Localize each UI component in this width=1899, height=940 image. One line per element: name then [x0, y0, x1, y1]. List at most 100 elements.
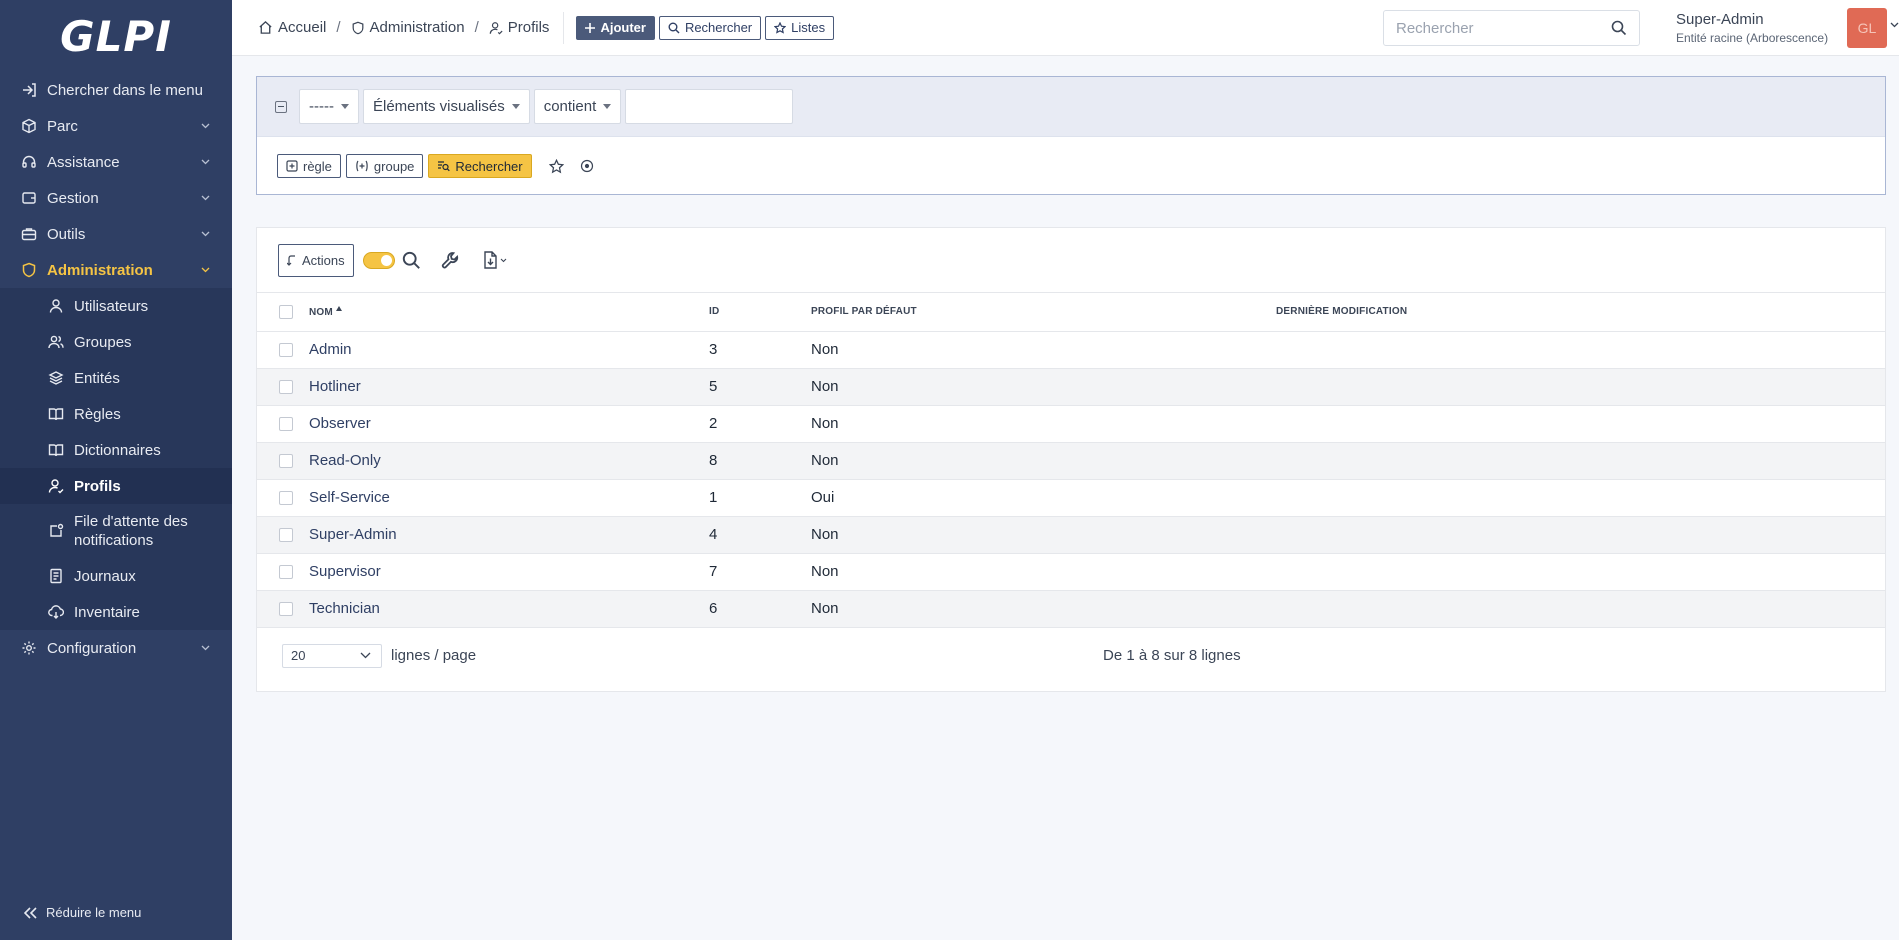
column-header-name[interactable]: Nom	[309, 293, 709, 332]
chevron-down-icon	[200, 193, 210, 203]
avatar[interactable]: GL	[1847, 8, 1887, 48]
sidebar-item-label: Chercher dans le menu	[47, 81, 203, 99]
criteria-value-input[interactable]	[625, 89, 794, 124]
criteria-operator-select[interactable]: contient	[533, 89, 622, 124]
breadcrumb-home[interactable]: Accueil	[258, 19, 326, 36]
breadcrumb-label: Profils	[507, 19, 550, 36]
profile-default: Non	[811, 368, 1276, 406]
reset-search-icon[interactable]	[577, 156, 597, 176]
rows-per-page-select[interactable]: 20	[282, 643, 382, 668]
sidebar-item-outils[interactable]: Outils	[0, 216, 232, 252]
row-checkbox[interactable]	[279, 601, 293, 616]
sidebar-item-entites[interactable]: Entités	[0, 360, 232, 396]
massive-actions-button[interactable]: Actions	[278, 243, 354, 277]
profile-modified	[1276, 590, 1885, 628]
collapse-menu-button[interactable]: Réduire le menu	[24, 905, 141, 920]
sidebar-item-label: Administration	[47, 261, 153, 279]
save-search-star-icon[interactable]	[547, 156, 567, 176]
table-row: Read-Only 8 Non	[257, 442, 1885, 480]
row-checkbox[interactable]	[279, 416, 293, 431]
sidebar-item-notification-queue[interactable]: File d'attente des notifications	[0, 504, 232, 558]
criteria-link-select[interactable]: -----	[299, 89, 359, 124]
search-toggle[interactable]	[362, 251, 395, 269]
row-checkbox[interactable]	[279, 453, 293, 468]
caret-down-icon	[340, 104, 349, 109]
chevron-down-icon	[200, 265, 210, 275]
sidebar-item-label: Dictionnaires	[74, 441, 161, 459]
breadcrumb-label: Accueil	[278, 19, 327, 36]
profile-name-link[interactable]: Read-Only	[309, 452, 381, 469]
export-file-icon[interactable]	[482, 251, 508, 269]
sidebar-item-assistance[interactable]: Assistance	[0, 144, 232, 180]
profile-name-link[interactable]: Self-Service	[309, 489, 390, 506]
global-search-input[interactable]: Rechercher	[1383, 10, 1640, 46]
profile-id: 3	[709, 331, 811, 369]
add-group-label: groupe	[373, 158, 415, 174]
breadcrumb-administration[interactable]: Administration	[351, 19, 465, 36]
search-button[interactable]: Rechercher	[658, 15, 762, 40]
collapse-criteria-icon[interactable]	[275, 100, 287, 113]
logo-text: GLPI	[60, 11, 172, 61]
profile-name-link[interactable]: Observer	[309, 415, 371, 432]
headset-icon	[20, 153, 38, 171]
user-icon	[47, 297, 65, 315]
profile-id: 5	[709, 368, 811, 406]
wrench-icon[interactable]	[441, 251, 460, 270]
breadcrumb-separator: /	[474, 19, 479, 36]
shield-icon	[20, 261, 38, 279]
row-checkbox[interactable]	[279, 564, 293, 579]
add-button-label: Ajouter	[600, 20, 646, 35]
sidebar-item-inventaire[interactable]: Inventaire	[0, 594, 232, 630]
select-all-checkbox[interactable]	[279, 304, 293, 319]
sidebar-item-label: Inventaire	[74, 603, 140, 621]
lists-button[interactable]: Listes	[765, 15, 835, 40]
sidebar-item-groupes[interactable]: Groupes	[0, 324, 232, 360]
glpi-logo[interactable]: GLPI	[0, 0, 232, 72]
breadcrumb-label: Administration	[369, 19, 465, 36]
chevron-down-icon[interactable]	[1890, 22, 1899, 28]
criteria-field-select[interactable]: Éléments visualisés	[362, 89, 530, 124]
row-checkbox[interactable]	[279, 342, 293, 357]
profile-id: 7	[709, 553, 811, 591]
profile-id: 4	[709, 516, 811, 554]
corner-arrow-icon	[287, 254, 297, 266]
add-button[interactable]: Ajouter	[576, 15, 655, 40]
column-header-default[interactable]: Profil par défaut	[811, 293, 1276, 332]
row-checkbox[interactable]	[279, 527, 293, 542]
sidebar-item-administration[interactable]: Administration	[0, 252, 232, 288]
add-group-button[interactable]: groupe	[345, 154, 424, 178]
sidebar-item-parc[interactable]: Parc	[0, 108, 232, 144]
sidebar-item-gestion[interactable]: Gestion	[0, 180, 232, 216]
search-icon	[668, 22, 680, 34]
sidebar-item-journaux[interactable]: Journaux	[0, 558, 232, 594]
add-rule-button[interactable]: règle	[277, 154, 341, 178]
sidebar-item-utilisateurs[interactable]: Utilisateurs	[0, 288, 232, 324]
profile-name-link[interactable]: Supervisor	[309, 563, 381, 580]
sidebar-item-dictionnaires[interactable]: Dictionnaires	[0, 432, 232, 468]
table-row: Supervisor 7 Non	[257, 553, 1885, 591]
profile-name-link[interactable]: Technician	[309, 600, 380, 617]
breadcrumb-profils[interactable]: Profils	[489, 19, 550, 36]
search-icon[interactable]	[1611, 20, 1627, 36]
column-header-modified[interactable]: Dernière modification	[1276, 293, 1885, 332]
row-checkbox[interactable]	[279, 490, 293, 505]
sidebar-item-search-menu[interactable]: Chercher dans le menu	[0, 72, 232, 108]
sidebar-item-profils[interactable]: Profils	[0, 468, 232, 504]
profile-name-link[interactable]: Admin	[309, 341, 352, 358]
search-icon[interactable]	[402, 251, 421, 270]
top-bar: Accueil / Administration / Profils Ajout…	[232, 0, 1899, 56]
administration-submenu: Utilisateurs Groupes Entités Règles Dict…	[0, 288, 232, 630]
row-checkbox[interactable]	[279, 379, 293, 394]
book-icon	[47, 441, 65, 459]
profile-name-link[interactable]: Hotliner	[309, 378, 361, 395]
profile-modified	[1276, 479, 1885, 517]
user-info[interactable]: Super-Admin Entité racine (Arborescence)	[1676, 11, 1828, 45]
sidebar-item-configuration[interactable]: Configuration	[0, 630, 232, 666]
profile-default: Non	[811, 590, 1276, 628]
sidebar-item-regles[interactable]: Règles	[0, 396, 232, 432]
profile-name-link[interactable]: Super-Admin	[309, 526, 397, 543]
table-row: Technician 6 Non	[257, 590, 1885, 628]
column-header-id[interactable]: ID	[709, 293, 811, 332]
profile-id: 1	[709, 479, 811, 517]
run-search-button[interactable]: Rechercher	[428, 154, 532, 178]
